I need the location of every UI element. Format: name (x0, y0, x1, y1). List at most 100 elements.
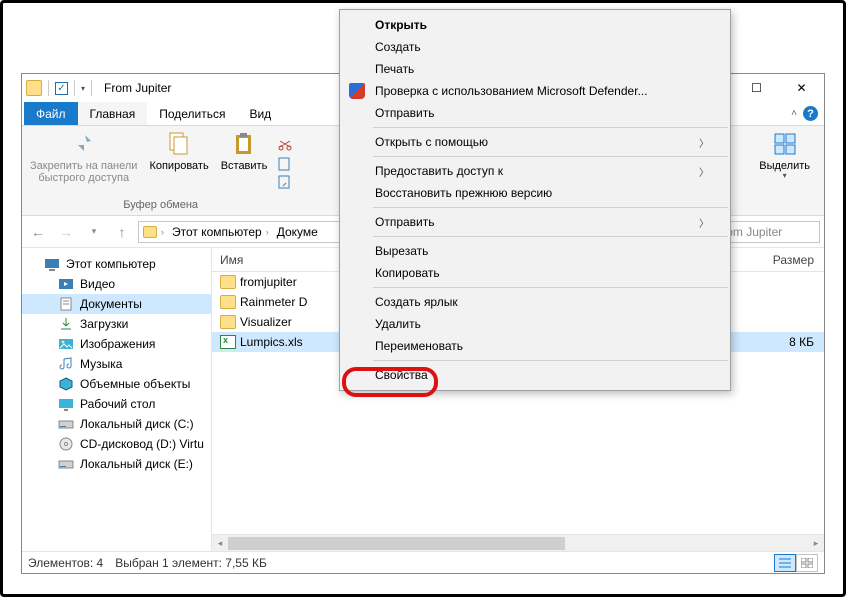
horizontal-scrollbar[interactable]: ◂ ▸ (212, 534, 824, 551)
separator (373, 207, 728, 208)
status-selection: Выбран 1 элемент: 7,55 КБ (115, 556, 267, 570)
thumbnails-view-icon[interactable] (796, 554, 818, 572)
cube-icon (58, 376, 74, 392)
nav-pc[interactable]: Этот компьютер (22, 254, 211, 274)
context-menu: Открыть Создать Печать Проверка с исполь… (339, 9, 731, 391)
ctx-new[interactable]: Создать (341, 36, 729, 58)
select-icon (771, 130, 799, 158)
tab-share[interactable]: Поделиться (147, 102, 237, 125)
ctx-restore[interactable]: Восстановить прежнюю версию (341, 182, 729, 204)
pc-icon (44, 256, 60, 272)
qat-checkbox-icon[interactable]: ✓ (55, 82, 68, 95)
chevron-right-icon[interactable]: › (266, 227, 269, 237)
folder-icon (220, 295, 236, 309)
pin-button[interactable]: Закрепить на панели быстрого доступа (26, 128, 141, 199)
folder-icon (220, 275, 236, 289)
ribbon-group-select: Выделить ▾ (755, 128, 820, 213)
navigation-pane: Этот компьютер Видео Документы Загрузки … (22, 248, 212, 551)
nav-video[interactable]: Видео (22, 274, 211, 294)
nav-disk-c[interactable]: Локальный диск (C:) (22, 414, 211, 434)
nav-3d-objects[interactable]: Объемные объекты (22, 374, 211, 394)
ctx-cut[interactable]: Вырезать (341, 240, 729, 262)
scroll-left-icon[interactable]: ◂ (212, 535, 228, 551)
help-icon[interactable]: ? (803, 106, 818, 121)
paste-label: Вставить (221, 160, 268, 172)
window-title: From Jupiter (104, 81, 171, 95)
ctx-grant-access[interactable]: Предоставить доступ к〉 (341, 160, 729, 182)
tab-view[interactable]: Вид (237, 102, 283, 125)
forward-button[interactable]: → (54, 220, 78, 244)
desktop-icon (58, 396, 74, 412)
scroll-right-icon[interactable]: ▸ (808, 535, 824, 551)
ctx-shortcut[interactable]: Создать ярлык (341, 291, 729, 313)
separator (373, 156, 728, 157)
ctx-send[interactable]: Отправить (341, 102, 729, 124)
pictures-icon (58, 336, 74, 352)
chevron-down-icon: ▾ (783, 172, 787, 181)
maximize-button[interactable]: ☐ (734, 74, 779, 102)
downloads-icon (58, 316, 74, 332)
separator (373, 287, 728, 288)
music-icon (58, 356, 74, 372)
file-name: fromjupiter (240, 275, 297, 289)
chevron-right-icon: 〉 (699, 215, 709, 230)
ctx-open-with[interactable]: Открыть с помощью〉 (341, 131, 729, 153)
ctx-open[interactable]: Открыть (341, 14, 729, 36)
details-view-icon[interactable] (774, 554, 796, 572)
paste-button[interactable]: Вставить (217, 128, 272, 199)
copy-path-icon[interactable] (277, 156, 293, 172)
chevron-right-icon[interactable]: › (161, 227, 164, 237)
disk-icon (58, 456, 74, 472)
up-button[interactable]: ↑ (110, 220, 134, 244)
nav-downloads[interactable]: Загрузки (22, 314, 211, 334)
ctx-rename[interactable]: Переименовать (341, 335, 729, 357)
crumb-docs[interactable]: Докуме (277, 225, 318, 239)
separator (373, 236, 728, 237)
copy-button[interactable]: Копировать (145, 128, 212, 199)
view-switcher (774, 554, 818, 572)
ctx-send-to[interactable]: Отправить〉 (341, 211, 729, 233)
nav-music[interactable]: Музыка (22, 354, 211, 374)
nav-desktop[interactable]: Рабочий стол (22, 394, 211, 414)
separator (373, 127, 728, 128)
chevron-right-icon: 〉 (699, 164, 709, 179)
back-button[interactable]: ← (26, 220, 50, 244)
separator (74, 80, 75, 96)
col-size[interactable]: Размер (754, 248, 824, 271)
video-icon (58, 276, 74, 292)
clipboard-small-buttons (275, 128, 295, 199)
ctx-delete[interactable]: Удалить (341, 313, 729, 335)
qat-dropdown-icon[interactable]: ▾ (81, 84, 85, 93)
folder-icon (220, 315, 236, 329)
nav-disk-e[interactable]: Локальный диск (E:) (22, 454, 211, 474)
recent-dropdown[interactable]: ▾ (82, 220, 106, 244)
ribbon-group-label: Буфер обмена (123, 199, 198, 213)
nav-documents[interactable]: Документы (22, 294, 211, 314)
scroll-thumb[interactable] (228, 537, 565, 550)
xls-icon (220, 335, 236, 349)
paste-icon (230, 130, 258, 158)
crumb-pc[interactable]: Этот компьютер (172, 225, 262, 239)
tab-file[interactable]: Файл (24, 102, 78, 125)
ribbon-group-clipboard: Закрепить на панели быстрого доступа Коп… (26, 128, 295, 213)
file-size: 8 КБ (754, 335, 824, 349)
pin-label: Закрепить на панели быстрого доступа (30, 160, 137, 184)
file-name: Rainmeter D (240, 295, 307, 309)
cut-icon[interactable] (277, 138, 293, 154)
separator (373, 360, 728, 361)
ctx-print[interactable]: Печать (341, 58, 729, 80)
tab-home[interactable]: Главная (78, 102, 148, 125)
close-button[interactable]: ✕ (779, 74, 824, 102)
ctx-defender[interactable]: Проверка с использованием Microsoft Defe… (341, 80, 729, 102)
chevron-up-icon[interactable]: ˄ (791, 108, 797, 119)
select-button[interactable]: Выделить ▾ (755, 128, 814, 213)
copy-icon (165, 130, 193, 158)
paste-shortcut-icon[interactable] (277, 174, 293, 190)
status-bar: Элементов: 4 Выбран 1 элемент: 7,55 КБ (22, 551, 824, 573)
separator (91, 80, 92, 96)
ctx-properties[interactable]: Свойства (341, 364, 729, 386)
disk-icon (58, 416, 74, 432)
nav-pictures[interactable]: Изображения (22, 334, 211, 354)
ctx-copy[interactable]: Копировать (341, 262, 729, 284)
nav-dvd[interactable]: CD-дисковод (D:) Virtu (22, 434, 211, 454)
